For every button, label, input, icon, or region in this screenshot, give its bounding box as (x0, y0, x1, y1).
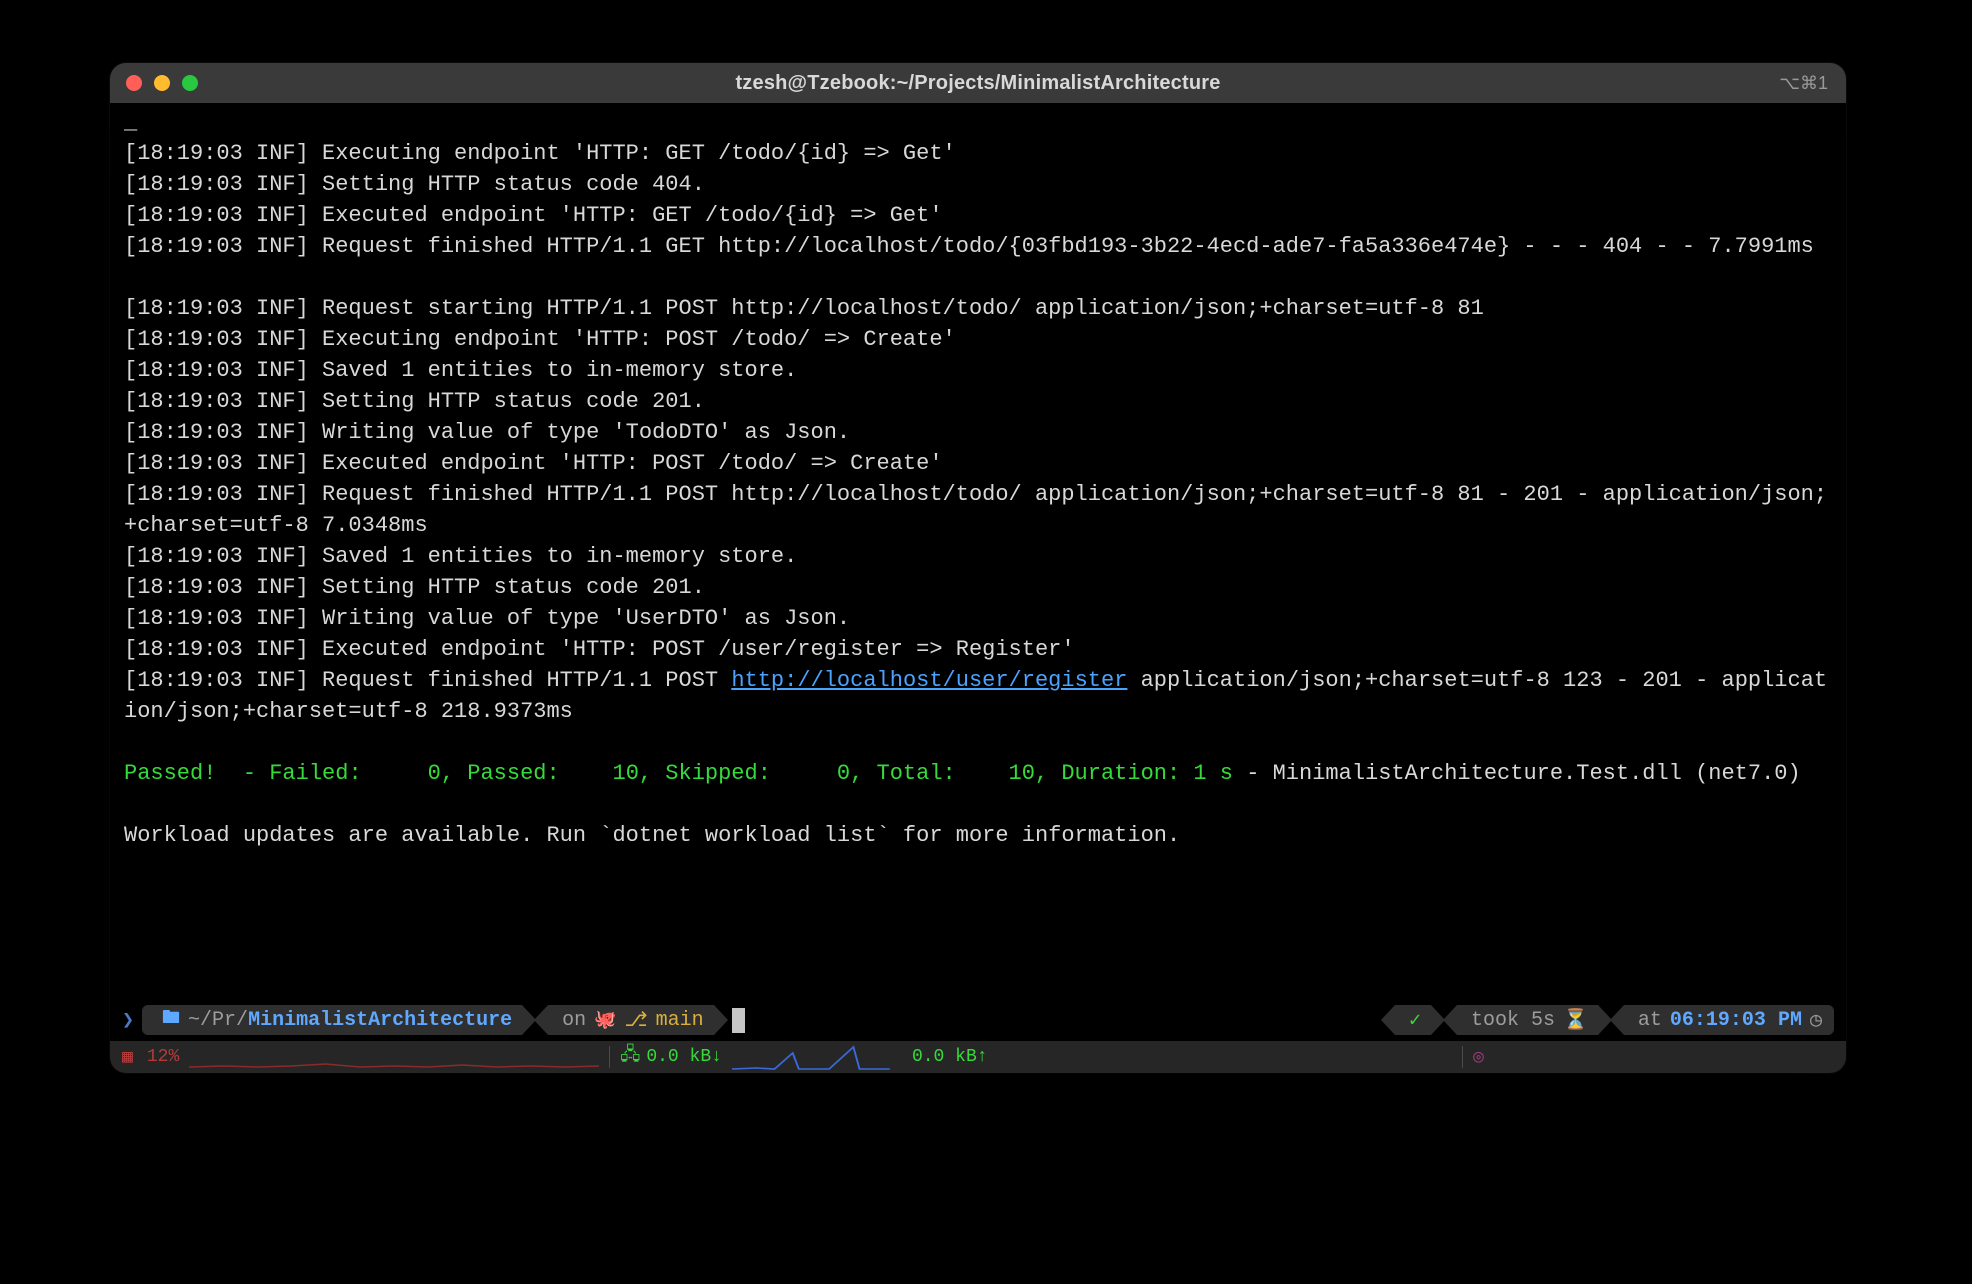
test-result-line: Passed! - Failed: 0, Passed: 10, Skipped… (124, 758, 1832, 789)
log-line: [18:19:03 INF] Setting HTTP status code … (124, 169, 1832, 200)
net-up-segment: 0.0 kB↑ (912, 1047, 988, 1067)
log-line: [18:19:03 INF] Executed endpoint 'HTTP: … (124, 448, 1832, 479)
zoom-icon[interactable] (182, 75, 198, 91)
segment-path: 🖿 ~/Pr/MinimalistArchitecture (142, 1005, 522, 1035)
at-label: at (1638, 1009, 1662, 1032)
segment-status: ✓ (1395, 1005, 1431, 1035)
log-line: [18:19:03 INF] Request finished HTTP/1.1… (124, 231, 1832, 262)
result-details: - Failed: 0, Passed: 10, Skipped: 0, Tot… (216, 761, 1233, 786)
log-line: [18:19:03 INF] Setting HTTP status code … (124, 386, 1832, 417)
log-line: [18:19:03 INF] Executed endpoint 'HTTP: … (124, 200, 1832, 231)
minimize-icon[interactable] (154, 75, 170, 91)
net-down: 0.0 kB↓ (646, 1047, 722, 1067)
log-line: [18:19:03 INF] Request finished HTTP/1.1… (124, 665, 1832, 727)
path-highlight: MinimalistArchitecture (248, 1009, 512, 1032)
log-line: [18:19:03 INF] Request finished HTTP/1.1… (124, 479, 1832, 541)
cpu-icon: ▦ (122, 1046, 133, 1068)
cpu-percent: 12% (147, 1047, 179, 1067)
log-line: [18:19:03 INF] Executing endpoint 'HTTP:… (124, 324, 1832, 355)
path-prefix: ~/Pr/ (188, 1009, 248, 1032)
git-branch-icon: ⎇ (625, 1007, 648, 1033)
cpu-sparkline (189, 1043, 599, 1071)
on-label: on (562, 1009, 586, 1032)
status-bar: ▦ 12% 🖧 0.0 kB↓ 0.0 kB↑ ◎ (110, 1041, 1846, 1073)
result-tail: - MinimalistArchitecture.Test.dll (net7.… (1233, 761, 1801, 786)
folder-icon: 🖿 (162, 1005, 180, 1035)
traffic-lights (126, 75, 198, 91)
clock-time: 06:19:03 PM (1670, 1009, 1802, 1032)
check-icon: ✓ (1409, 1007, 1421, 1033)
net-down-sparkline (732, 1043, 902, 1071)
titlebar: tzesh@Tzebook:~/Projects/MinimalistArchi… (110, 63, 1846, 103)
git-branch: main (656, 1009, 704, 1032)
segment-git: on 🐙 ⎇ main (548, 1005, 714, 1035)
terminal-window: tzesh@Tzebook:~/Projects/MinimalistArchi… (110, 63, 1846, 1073)
log-line: [18:19:03 INF] Writing value of type 'Us… (124, 603, 1832, 634)
clock-icon: ◷ (1810, 1007, 1822, 1033)
log-line: [18:19:03 INF] Saved 1 entities to in-me… (124, 355, 1832, 386)
window-shortcut: ⌥⌘1 (1779, 73, 1828, 94)
net-down-icon: 🖧 (620, 1042, 640, 1072)
prompt-row[interactable]: ❯ 🖿 ~/Pr/MinimalistArchitecture on 🐙 ⎇ m… (110, 1003, 1846, 1041)
net-up: 0.0 kB↑ (912, 1047, 988, 1067)
segment-duration: took 5s ⏳ (1457, 1005, 1598, 1035)
close-icon[interactable] (126, 75, 142, 91)
log-line: _ (124, 107, 1832, 138)
cursor-block (732, 1008, 745, 1033)
net-down-segment: 🖧 0.0 kB↓ (620, 1042, 722, 1072)
github-icon: 🐙 (594, 1009, 616, 1031)
prompt-arrow-icon: ❯ (122, 1007, 136, 1033)
log-line: [18:19:03 INF] Executed endpoint 'HTTP: … (124, 634, 1832, 665)
log-line: Workload updates are available. Run `dot… (124, 820, 1832, 851)
record-icon: ◎ (1473, 1046, 1484, 1068)
hourglass-icon: ⏳ (1563, 1007, 1588, 1033)
log-line: [18:19:03 INF] Writing value of type 'To… (124, 417, 1832, 448)
log-line: [18:19:03 INF] Setting HTTP status code … (124, 572, 1832, 603)
log-line: [18:19:03 INF] Saved 1 entities to in-me… (124, 541, 1832, 572)
passed-label: Passed! (124, 761, 216, 786)
url-link[interactable]: http://localhost/user/register (731, 668, 1127, 693)
segment-time: at 06:19:03 PM ◷ (1624, 1005, 1834, 1035)
terminal-output[interactable]: _[18:19:03 INF] Executing endpoint 'HTTP… (110, 103, 1846, 1003)
window-title: tzesh@Tzebook:~/Projects/MinimalistArchi… (735, 72, 1220, 95)
took-label: took 5s (1471, 1009, 1555, 1032)
log-line: [18:19:03 INF] Executing endpoint 'HTTP:… (124, 138, 1832, 169)
log-line: [18:19:03 INF] Request starting HTTP/1.1… (124, 293, 1832, 324)
